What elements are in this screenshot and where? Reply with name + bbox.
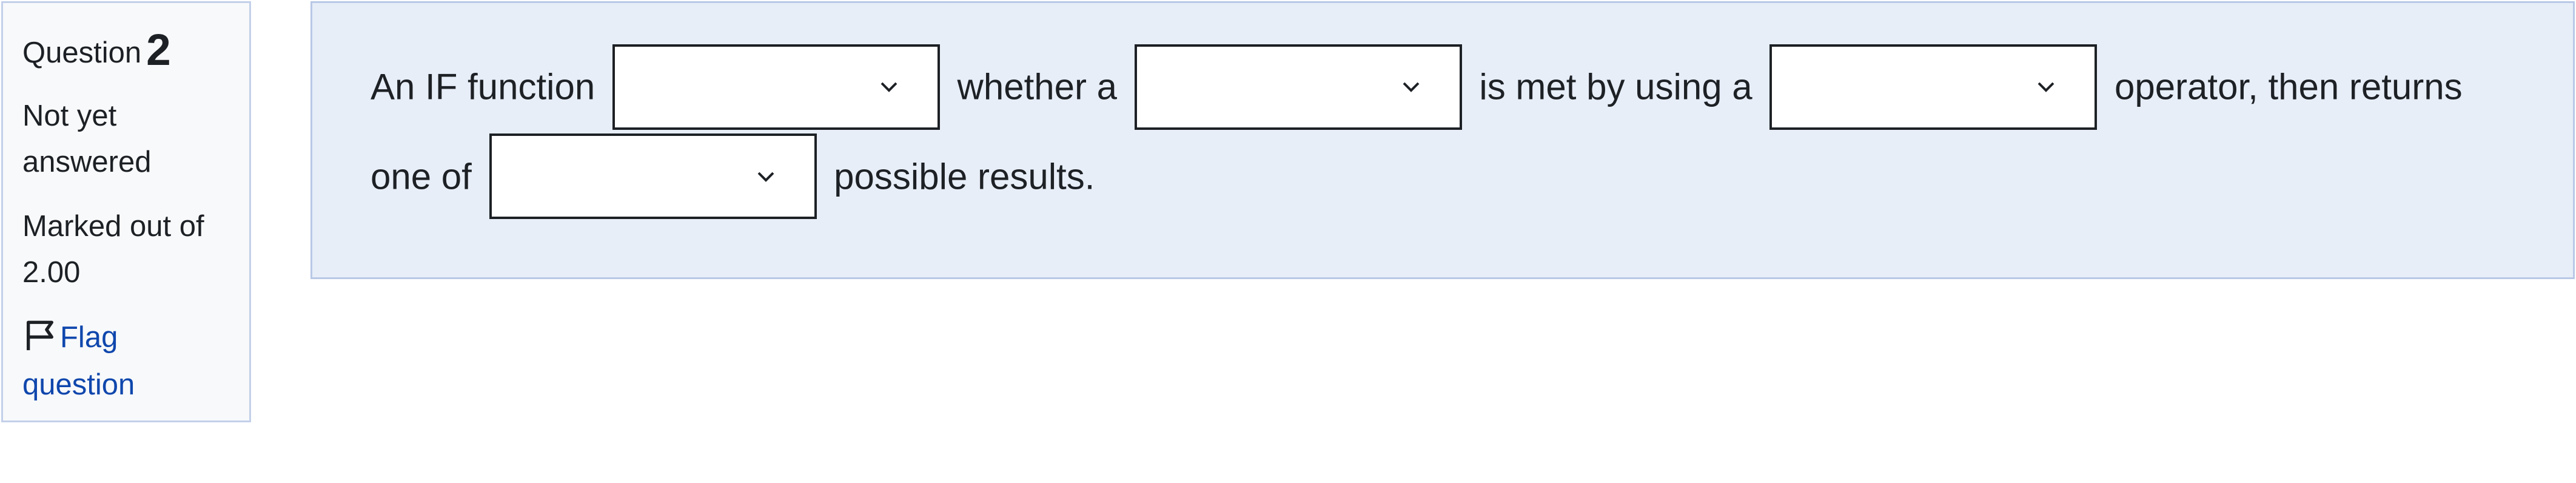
question-grade: Marked out of 2.00 [22,209,204,289]
question-text-segment: possible results. [834,156,1095,197]
chevron-down-icon [1403,82,1420,92]
question-text-segment: An IF function [371,66,595,107]
question-label: Question [22,36,142,69]
question-number-heading: Question 2 [22,24,230,77]
question-content: An IF function whether a is met by using… [310,1,2575,279]
answer-dropdown-4[interactable] [489,133,817,220]
question-text-segment: is met by using a [1479,66,1753,107]
question-info-panel: Question 2 Not yet answered Marked out of… [1,1,251,422]
question-text-segment: whether a [957,66,1118,107]
question-number: 2 [146,25,171,75]
answer-dropdown-1[interactable] [612,44,940,130]
answer-dropdown-3[interactable] [1769,44,2098,130]
flag-question-link[interactable]: Flag question [22,314,230,408]
question-state: Not yet answered [22,99,152,178]
question-text-segment: one of [371,156,472,197]
flag-icon [27,320,53,350]
chevron-down-icon [880,82,897,92]
question-text: An IF function whether a is met by using… [371,41,2537,220]
answer-dropdown-2[interactable] [1134,44,1462,130]
chevron-down-icon [757,172,774,182]
question-text-segment: operator, then returns [2114,66,2463,107]
chevron-down-icon [2038,82,2054,92]
